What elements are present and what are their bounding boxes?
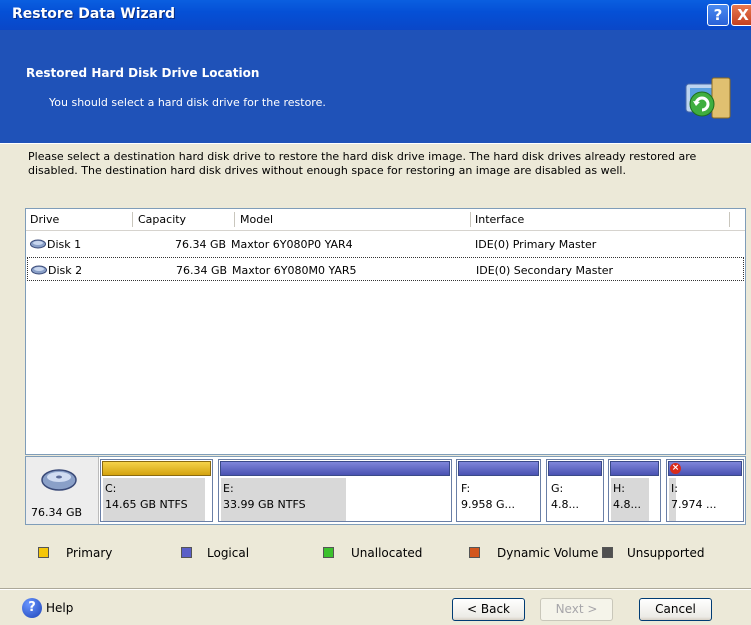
- column-interface[interactable]: Interface: [475, 213, 524, 226]
- help-icon: ?: [22, 598, 42, 618]
- drive-list[interactable]: Drive Capacity Model Interface Disk 1 76…: [25, 208, 746, 455]
- partition-i[interactable]: × I: 7.974 ...: [666, 459, 744, 522]
- help-button[interactable]: ? Help: [22, 598, 102, 620]
- disk-summary: 76.34 GB: [26, 457, 99, 524]
- partition-size: 7.974 ...: [671, 498, 717, 511]
- drive-name: Disk 2: [48, 264, 83, 277]
- drive-capacity: 76.34 GB: [176, 264, 228, 277]
- partition-bar: [458, 461, 539, 476]
- partition-letter: C:: [105, 482, 117, 495]
- column-model[interactable]: Model: [240, 213, 273, 226]
- partition-size: 9.958 G...: [461, 498, 516, 511]
- partition-size: 33.99 GB NTFS: [223, 498, 306, 511]
- drive-interface: IDE(0) Primary Master: [475, 238, 597, 251]
- column-separator[interactable]: [132, 212, 133, 227]
- partition-size: 14.65 GB NTFS: [105, 498, 188, 511]
- legend-label: Unallocated: [351, 546, 423, 560]
- list-header: Drive Capacity Model Interface: [26, 209, 745, 231]
- partition-g[interactable]: G: 4.8...: [546, 459, 604, 522]
- partition-c[interactable]: C: 14.65 GB NTFS: [100, 459, 213, 522]
- instructions-text: Please select a destination hard disk dr…: [28, 150, 697, 177]
- hard-disk-icon: [41, 469, 77, 491]
- hard-disk-icon: [30, 239, 46, 249]
- title-bar: Restore Data Wizard ? X: [0, 0, 751, 30]
- legend-label: Dynamic Volume: [497, 546, 599, 560]
- column-separator[interactable]: [729, 212, 730, 227]
- computer-restore-icon: [685, 77, 731, 119]
- legend-swatch: [323, 547, 334, 558]
- disk-capacity: 76.34 GB: [31, 506, 83, 519]
- legend-label: Logical: [207, 546, 250, 560]
- partition-f[interactable]: F: 9.958 G...: [456, 459, 541, 522]
- drive-interface: IDE(0) Secondary Master: [476, 264, 614, 277]
- column-separator[interactable]: [234, 212, 235, 227]
- partition-bar: [548, 461, 602, 476]
- drive-name: Disk 1: [47, 238, 82, 251]
- partition-size: 4.8...: [613, 498, 641, 511]
- legend-label: Primary: [66, 546, 113, 560]
- table-row[interactable]: Disk 2 76.34 GB Maxtor 6Y080M0 YAR5 IDE(…: [27, 257, 744, 281]
- cancel-button[interactable]: Cancel: [639, 598, 712, 621]
- column-capacity[interactable]: Capacity: [138, 213, 186, 226]
- drive-capacity: 76.34 GB: [175, 238, 227, 251]
- partition-e[interactable]: E: 33.99 GB NTFS: [218, 459, 452, 522]
- partition-h[interactable]: H: 4.8...: [608, 459, 661, 522]
- footer-divider: [0, 588, 751, 590]
- title-close-button[interactable]: X: [731, 4, 751, 26]
- table-row[interactable]: Disk 1 76.34 GB Maxtor 6Y080P0 YAR4 IDE(…: [27, 232, 744, 256]
- drive-model: Maxtor 6Y080M0 YAR5: [232, 264, 357, 277]
- partition-letter: E:: [223, 482, 234, 495]
- wizard-header: Restored Hard Disk Drive Location You sh…: [0, 30, 751, 144]
- drive-model: Maxtor 6Y080P0 YAR4: [231, 238, 353, 251]
- partition-letter: I:: [671, 482, 678, 495]
- page-subtitle: You should select a hard disk drive for …: [49, 96, 326, 109]
- error-icon: ×: [670, 463, 681, 474]
- hard-disk-icon: [31, 265, 47, 275]
- partition-letter: H:: [613, 482, 625, 495]
- partition-bar: [220, 461, 450, 476]
- legend-swatch: [602, 547, 613, 558]
- partition-letter: G:: [551, 482, 564, 495]
- title-help-button[interactable]: ?: [707, 4, 729, 26]
- help-label: Help: [46, 601, 74, 615]
- column-drive[interactable]: Drive: [30, 213, 59, 226]
- partition-bar: [610, 461, 659, 476]
- legend-swatch: [469, 547, 480, 558]
- partition-size: 4.8...: [551, 498, 579, 511]
- page-title: Restored Hard Disk Drive Location: [26, 66, 260, 80]
- window-title: Restore Data Wizard: [12, 6, 176, 22]
- column-separator[interactable]: [470, 212, 471, 227]
- back-button[interactable]: < Back: [452, 598, 525, 621]
- disk-map: 76.34 GB C: 14.65 GB NTFS E: 33.99 GB NTFS…: [25, 456, 746, 525]
- legend-swatch: [38, 547, 49, 558]
- legend-label: Unsupported: [627, 546, 705, 560]
- legend-swatch: [181, 547, 192, 558]
- partition-bar: [102, 461, 211, 476]
- next-button[interactable]: Next >: [540, 598, 613, 621]
- partition-letter: F:: [461, 482, 471, 495]
